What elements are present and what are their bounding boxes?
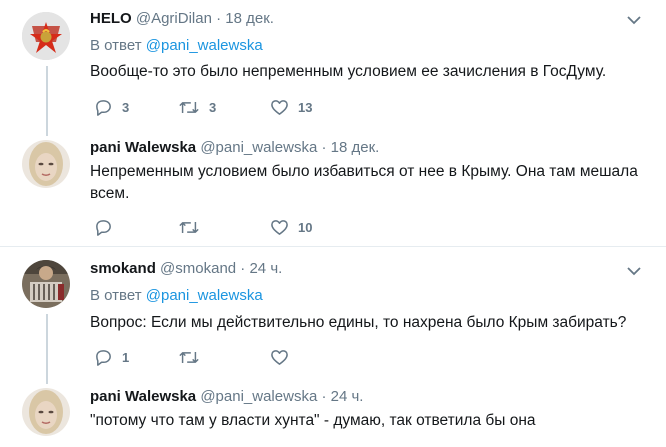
retweet-button[interactable]: 3	[178, 96, 216, 118]
reply-button[interactable]: 3	[94, 96, 129, 118]
timestamp[interactable]: 24 ч.	[249, 260, 282, 277]
thread-line	[46, 66, 48, 136]
user-handle[interactable]: @AgriDilan	[136, 10, 212, 27]
display-name[interactable]: pani Walewska	[90, 139, 196, 156]
timestamp[interactable]: 18 дек.	[225, 10, 274, 27]
like-button[interactable]	[270, 346, 298, 368]
reply-count: 1	[122, 349, 130, 365]
reply-context: В ответ @pani_walewska	[90, 287, 263, 304]
like-icon	[271, 99, 288, 115]
reply-button[interactable]	[94, 216, 122, 238]
separator-dot: ·	[240, 260, 246, 277]
separator-dot: ·	[216, 10, 222, 27]
user-handle[interactable]: @smokand	[160, 260, 236, 277]
tweet-header: pani Walewska @pani_walewska · 18 дек.	[90, 139, 379, 156]
like-icon	[271, 219, 288, 235]
retweet-icon	[179, 351, 199, 363]
tweet-text: Непременным условием было избавиться от …	[90, 161, 640, 205]
display-name[interactable]: pani Walewska	[90, 388, 196, 405]
reply-button[interactable]: 1	[94, 346, 129, 368]
retweet-button[interactable]	[178, 346, 209, 368]
tweet-header: HELO @AgriDilan · 18 дек.	[90, 10, 274, 27]
tweet-text: Вообще-то это было непременным условием …	[90, 63, 607, 80]
reply-icon	[96, 219, 111, 236]
separator-dot: ·	[321, 139, 327, 156]
accordion-player-avatar-icon	[22, 260, 70, 308]
timestamp[interactable]: 24 ч.	[331, 388, 364, 405]
tweet-header: pani Walewska @pani_walewska · 24 ч.	[90, 388, 363, 405]
woman-avatar-icon	[22, 388, 70, 436]
reply-context: В ответ @pani_walewska	[90, 37, 263, 54]
woman-avatar-icon	[22, 140, 70, 188]
like-count: 10	[298, 219, 313, 235]
display-name[interactable]: smokand	[90, 260, 156, 277]
reply-icon	[96, 99, 111, 116]
like-button[interactable]: 13	[270, 96, 312, 118]
tweet-header: smokand @smokand · 24 ч.	[90, 260, 282, 277]
like-icon	[271, 349, 288, 365]
retweet-icon	[179, 221, 199, 233]
timestamp[interactable]: 18 дек.	[331, 139, 380, 156]
reply-prefix: В ответ	[90, 37, 142, 54]
avatar-pani-walewska[interactable]	[22, 140, 70, 188]
avatar-helo[interactable]	[22, 12, 70, 60]
tweet-text: Вопрос: Если мы действительно едины, то …	[90, 314, 627, 331]
avatar-smokand[interactable]	[22, 260, 70, 308]
like-count: 13	[298, 99, 313, 115]
user-handle[interactable]: @pani_walewska	[200, 388, 317, 405]
tweet-text-line: всем.	[90, 185, 130, 202]
reply-handle-link[interactable]: @pani_walewska	[146, 37, 263, 54]
avatar-pani-walewska[interactable]	[22, 388, 70, 436]
reply-count: 3	[122, 99, 130, 115]
like-button[interactable]: 10	[270, 216, 312, 238]
display-name[interactable]: HELO	[90, 10, 132, 27]
tweet-text-line: Непременным условием было избавиться от …	[90, 163, 638, 180]
user-handle[interactable]: @pani_walewska	[200, 139, 317, 156]
separator-dot: ·	[321, 388, 327, 405]
pioneer-badge-icon	[22, 12, 70, 60]
retweet-count: 3	[209, 99, 217, 115]
chevron-down-icon[interactable]	[626, 12, 642, 28]
reply-handle-link[interactable]: @pani_walewska	[146, 287, 263, 304]
thread-line	[46, 314, 48, 384]
retweet-icon	[179, 101, 199, 113]
chevron-down-icon[interactable]	[626, 263, 642, 279]
reply-icon	[96, 349, 111, 366]
retweet-button[interactable]	[178, 216, 209, 238]
tweet-divider	[0, 246, 666, 247]
reply-prefix: В ответ	[90, 287, 142, 304]
tweet-text: "потому что там у власти хунта" - думаю,…	[90, 412, 536, 429]
